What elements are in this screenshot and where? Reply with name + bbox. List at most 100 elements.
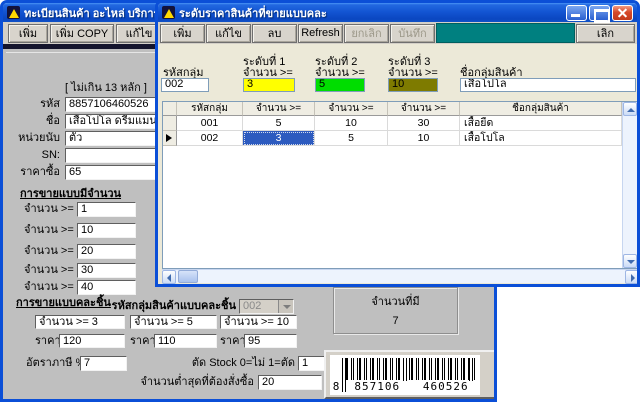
cancel-button: ยกเลิก [344, 24, 389, 43]
grid-cell[interactable]: เสื้อโปโล [460, 131, 622, 146]
current-row-header[interactable] [163, 131, 177, 146]
qty-pricing-heading: การขายแบบมีจำนวน [20, 184, 121, 202]
toolbar-teal-filler [436, 23, 575, 43]
mixed-qty-box-3[interactable]: จำนวน >= 10 [220, 315, 297, 329]
tax-rate-label: อัตราภาษี % [26, 356, 85, 371]
current-row-indicator-icon [166, 134, 172, 142]
price-level-grid: รหัสกลุ่ม จำนวน >= จำนวน >= จำนวน >= ชื่… [162, 101, 639, 269]
on-hand-groupbox: จำนวนที่มี 7 [333, 287, 458, 334]
grid-cell[interactable]: 10 [388, 131, 460, 146]
window-price-levels-dialog: ระดับราคาสินค้าที่ขายแบบคละ เพิ่ม แก้ไข … [155, 0, 640, 287]
qty-row-label: จำนวน >= [24, 263, 73, 278]
mixed-group-label: รหัสกลุ่มสินค้าแบบคละชิ้น [81, 299, 236, 314]
level2-qty-field[interactable]: 5 [315, 78, 365, 92]
dialog-titlebar[interactable]: ระดับราคาสินค้าที่ขายแบบคละ [158, 3, 637, 22]
screen: ทะเบียนสินค้า อะไหล่ บริการ เพิ่ม เพิ่ม … [0, 0, 640, 402]
on-hand-label: จำนวนที่มี [334, 292, 457, 310]
add-button[interactable]: เพิ่ม [160, 24, 205, 43]
digits-hint-label: [ ไม่เกิน 13 หลัก ] [65, 81, 147, 96]
tax-rate-field[interactable]: 7 [80, 356, 127, 371]
barcode-panel: 8 857106 460526 [324, 350, 496, 399]
on-hand-value: 7 [334, 315, 457, 327]
grid-header[interactable]: ชื่อกลุ่มสินค้า [460, 102, 622, 116]
maximize-button-icon[interactable] [589, 5, 610, 21]
mixed-group-value: 002 [240, 300, 278, 313]
mixed-group-combobox: 002 [239, 299, 294, 314]
bg-window-title: ทะเบียนสินค้า อะไหล่ บริการ [24, 4, 159, 22]
price-field-3[interactable]: 95 [244, 334, 297, 348]
grid-table: รหัสกลุ่ม จำนวน >= จำนวน >= จำนวน >= ชื่… [163, 102, 638, 146]
name-label: ชื่อ [6, 114, 60, 129]
grid-horizontal-scrollbar[interactable] [162, 269, 639, 283]
group-code-field[interactable]: 002 [161, 78, 209, 92]
qty-row-label: จำนวน >= [24, 202, 73, 217]
barcode-digits: 8 857106 460526 [331, 380, 476, 393]
qty-row-field[interactable]: 10 [77, 223, 136, 238]
grid-corner-header [163, 102, 177, 116]
code-label: รหัส [6, 97, 60, 112]
qty-row-field[interactable]: 1 [77, 202, 136, 217]
close-button-icon[interactable] [612, 5, 633, 21]
buy-price-label: ราคาซื้อ [6, 165, 60, 180]
price-field-2[interactable]: 110 [154, 334, 217, 348]
grid-cell[interactable]: 5 [315, 131, 388, 146]
cut-stock-label: ตัด Stock 0=ไม่ 1=ตัด [183, 356, 295, 371]
add-copy-button[interactable]: เพิ่ม COPY [50, 24, 114, 43]
cut-stock-field[interactable]: 1 [298, 356, 325, 371]
grid-header[interactable]: จำนวน >= [315, 102, 388, 116]
row-header[interactable] [163, 116, 177, 131]
price-label-3: ราคา [220, 334, 246, 349]
unit-label: หน่วยนับ [6, 131, 60, 146]
qty-row-field[interactable]: 30 [77, 263, 136, 278]
scrollbar-thumb[interactable] [178, 270, 198, 283]
caption-buttons [566, 5, 633, 21]
level3-qty-field[interactable]: 10 [388, 78, 438, 92]
warning-triangle-app-icon [7, 6, 20, 19]
refresh-button[interactable]: Refresh [298, 24, 343, 43]
grid-cell[interactable]: 30 [388, 116, 460, 131]
grid-vertical-scrollbar[interactable] [622, 102, 638, 268]
add-button[interactable]: เพิ่ม [8, 24, 48, 43]
grid-cell-selected[interactable]: 3 [243, 131, 315, 146]
barcode-group1: 857106 [347, 381, 408, 393]
exit-button[interactable]: เลิก [576, 24, 635, 43]
barcode: 8 857106 460526 [330, 355, 480, 395]
barcode-lead-digit: 8 [331, 381, 341, 393]
qty-row-field[interactable]: 20 [77, 244, 136, 259]
price-label-2: ราคา [130, 334, 156, 349]
grid-cell[interactable]: 002 [177, 131, 243, 146]
mixed-qty-box-1[interactable]: จำนวน >= 3 [35, 315, 125, 329]
combo-dropdown-arrow-icon [278, 300, 293, 313]
level1-qty-field[interactable]: 3 [243, 78, 295, 92]
scroll-up-arrow-icon[interactable] [623, 102, 637, 116]
scroll-right-arrow-icon[interactable] [625, 270, 639, 284]
save-button: บันทึก [390, 24, 435, 43]
warning-triangle-app-icon [162, 6, 175, 19]
barcode-bars [344, 358, 475, 380]
min-order-field[interactable]: 20 [258, 375, 322, 390]
barcode-group2: 460526 [416, 381, 477, 393]
price-field-1[interactable]: 120 [59, 334, 125, 348]
group-name-field[interactable]: เสื้อโปโล [460, 78, 636, 92]
qty-row-label: จำนวน >= [24, 244, 73, 259]
dialog-toolbar: เพิ่ม แก้ไข ลบ Refresh ยกเลิก บันทึก เลิ… [158, 22, 637, 44]
grid-header[interactable]: รหัสกลุ่ม [177, 102, 243, 116]
edit-button[interactable]: แก้ไข [206, 24, 251, 43]
scroll-down-arrow-icon[interactable] [623, 254, 637, 268]
grid-header[interactable]: จำนวน >= [243, 102, 315, 116]
grid-cell[interactable]: เสื้อยืด [460, 116, 622, 131]
minimize-button-icon[interactable] [566, 5, 587, 21]
mixed-qty-box-2[interactable]: จำนวน >= 5 [130, 315, 217, 329]
grid-cell[interactable]: 001 [177, 116, 243, 131]
delete-button[interactable]: ลบ [252, 24, 297, 43]
grid-cell[interactable]: 10 [315, 116, 388, 131]
scroll-left-arrow-icon[interactable] [162, 270, 176, 284]
dialog-client-area: ระดับที่ 1 ระดับที่ 2 ระดับที่ 3 รหัสกลุ… [161, 47, 640, 287]
price-label-1: ราคา [35, 334, 61, 349]
qty-row-label: จำนวน >= [24, 223, 73, 238]
grid-header[interactable]: จำนวน >= [388, 102, 460, 116]
dialog-title: ระดับราคาสินค้าที่ขายแบบคละ [179, 4, 327, 22]
sn-label: SN: [6, 148, 60, 163]
min-order-label: จำนวนต่ำสุดที่ต้องสั่งซื้อ [118, 375, 254, 390]
grid-cell[interactable]: 5 [243, 116, 315, 131]
